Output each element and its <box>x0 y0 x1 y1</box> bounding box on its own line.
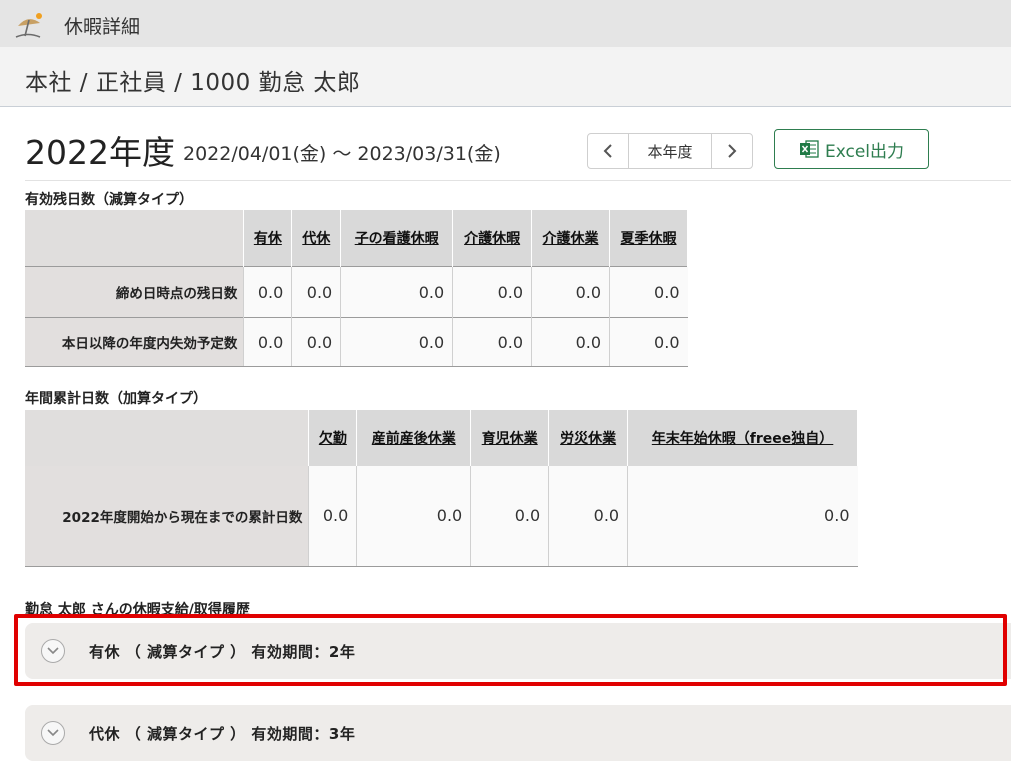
table-corner <box>25 210 245 267</box>
column-header-link[interactable]: 介護休暇 <box>452 210 533 267</box>
cumulative-days-table: 欠勤 産前産後休業 育児休業 労災休業 年末年始休暇（freee独自） 2022… <box>25 410 858 567</box>
column-header-link[interactable]: 育児休業 <box>470 410 550 466</box>
excel-export-button[interactable]: Excel出力 <box>774 129 929 169</box>
row-header: 締め日時点の残日数 <box>25 266 244 318</box>
row-header: 2022年度開始から現在までの累計日数 <box>25 466 309 567</box>
remaining-days-section-label: 有効残日数（減算タイプ） <box>25 192 193 208</box>
column-header-link[interactable]: 夏季休暇 <box>609 210 688 267</box>
cell-value: 0.0 <box>340 317 453 367</box>
divider <box>25 180 1011 181</box>
table-row: 締め日時点の残日数 0.0 0.0 0.0 0.0 0.0 0.0 <box>25 266 688 318</box>
chevron-left-icon <box>603 144 612 158</box>
column-header-link[interactable]: 有休 <box>243 210 293 267</box>
breadcrumb-text: 本社 / 正社員 / 1000 勤怠 太郎 <box>25 70 361 96</box>
cell-value: 0.0 <box>291 266 341 318</box>
cell-value: 0.0 <box>548 466 628 567</box>
cell-value: 0.0 <box>340 266 453 318</box>
next-year-button[interactable] <box>712 134 752 168</box>
current-year-button[interactable]: 本年度 <box>628 134 712 168</box>
column-header-link[interactable]: 代休 <box>291 210 342 267</box>
cell-value: 0.0 <box>609 317 688 367</box>
table-corner <box>25 410 310 466</box>
beach-umbrella-icon <box>15 13 42 38</box>
fiscal-year-title: 2022年度 <box>25 133 175 172</box>
year-navigator: 本年度 <box>587 133 753 169</box>
excel-icon <box>799 140 819 158</box>
cell-value: 0.0 <box>531 317 610 367</box>
column-header-link[interactable]: 労災休業 <box>548 410 629 466</box>
window-titlebar: 休暇詳細 <box>0 0 1011 47</box>
highlight-box <box>14 614 1007 686</box>
column-header-link[interactable]: 子の看護休暇 <box>340 210 454 267</box>
cell-value: 0.0 <box>291 317 341 367</box>
column-header-link[interactable]: 年末年始休暇（freee独自） <box>627 410 858 466</box>
excel-export-label: Excel出力 <box>824 141 905 162</box>
table-row: 2022年度開始から現在までの累計日数 0.0 0.0 0.0 0.0 0.0 <box>25 466 858 567</box>
breadcrumb: 本社 / 正社員 / 1000 勤怠 太郎 <box>0 47 1011 107</box>
cell-value: 0.0 <box>470 466 549 567</box>
column-header-link[interactable]: 介護休業 <box>531 210 611 267</box>
cell-value: 0.0 <box>452 317 532 367</box>
column-header-link[interactable]: 欠勤 <box>308 410 358 466</box>
row-header: 本日以降の年度内失効予定数 <box>25 317 244 367</box>
cell-value: 0.0 <box>609 266 688 318</box>
column-header-link[interactable]: 産前産後休業 <box>356 410 472 466</box>
cell-value: 0.0 <box>452 266 532 318</box>
prev-year-button[interactable] <box>588 134 628 168</box>
table-row: 本日以降の年度内失効予定数 0.0 0.0 0.0 0.0 0.0 0.0 <box>25 317 688 367</box>
chevron-down-icon <box>41 721 65 745</box>
fiscal-year-range: 2022/04/01(金) ～ 2023/03/31(金) <box>183 143 501 165</box>
cell-value: 0.0 <box>356 466 471 567</box>
cumulative-days-section-label: 年間累計日数（加算タイプ） <box>25 391 207 407</box>
accordion-substitute-holiday[interactable]: 代休 （ 減算タイプ ） 有効期間：3年 <box>25 705 1011 761</box>
cell-value: 0.0 <box>308 466 357 567</box>
cell-value: 0.0 <box>243 266 292 318</box>
accordion-label: 代休 （ 減算タイプ ） 有効期間：3年 <box>89 724 356 743</box>
window-title: 休暇詳細 <box>64 16 141 38</box>
cell-value: 0.0 <box>243 317 292 367</box>
chevron-right-icon <box>728 144 737 158</box>
cell-value: 0.0 <box>531 266 610 318</box>
remaining-days-table: 有休 代休 子の看護休暇 介護休暇 介護休業 夏季休暇 締め日時点の残日数 0.… <box>25 210 688 367</box>
cell-value: 0.0 <box>627 466 858 567</box>
